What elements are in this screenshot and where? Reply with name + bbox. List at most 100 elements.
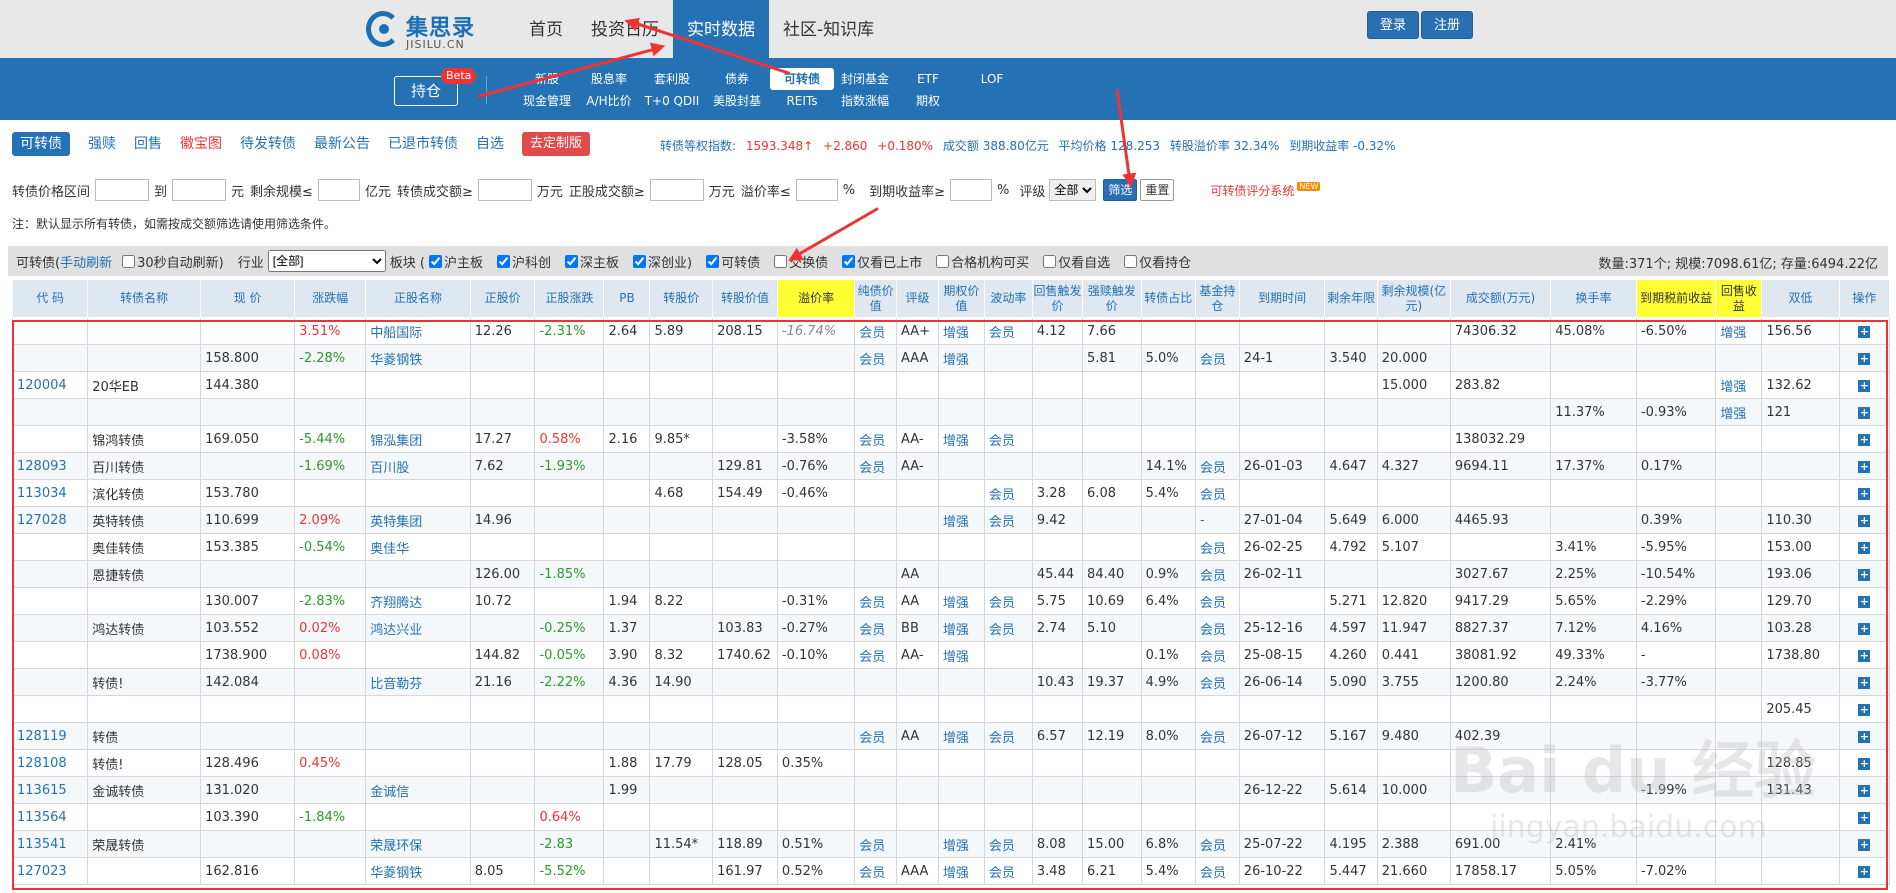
- board-sh-star[interactable]: 沪科创: [496, 252, 551, 271]
- add-icon[interactable]: +: [1858, 811, 1871, 824]
- column-header[interactable]: 转股价: [649, 279, 714, 318]
- add-icon[interactable]: +: [1858, 595, 1871, 608]
- table-cell[interactable]: [854, 398, 898, 426]
- table-cell[interactable]: 中船国际: [365, 317, 471, 345]
- table-cell[interactable]: 113034: [11, 479, 89, 507]
- column-header[interactable]: 强赎触发价: [1082, 279, 1142, 318]
- table-cell[interactable]: 会员: [854, 452, 898, 480]
- table-cell[interactable]: [1715, 722, 1763, 750]
- table-cell[interactable]: [11, 695, 89, 723]
- board-sh-main[interactable]: 沪主板: [428, 252, 483, 271]
- table-cell[interactable]: 金诚信: [365, 776, 471, 804]
- table-cell[interactable]: [983, 803, 1033, 831]
- table-cell[interactable]: [1715, 587, 1763, 615]
- table-cell[interactable]: 增强: [937, 722, 985, 750]
- table-cell[interactable]: 会员: [854, 641, 898, 669]
- tab-putback[interactable]: 回售: [134, 132, 162, 156]
- table-cell[interactable]: 会员: [1194, 587, 1240, 615]
- table-cell[interactable]: 127028: [11, 506, 89, 534]
- table-cell[interactable]: 128093: [11, 452, 89, 480]
- table-cell[interactable]: [1194, 803, 1240, 831]
- table-cell[interactable]: [937, 371, 985, 399]
- table-cell[interactable]: [983, 371, 1033, 399]
- column-header[interactable]: 代 码: [11, 279, 89, 318]
- column-header[interactable]: 剩余规模(亿元): [1376, 279, 1451, 318]
- table-cell[interactable]: 会员: [983, 722, 1033, 750]
- table-cell[interactable]: 锦泓集团: [365, 425, 471, 453]
- table-cell[interactable]: [1715, 803, 1763, 831]
- subnav-item[interactable]: A/H比价: [577, 90, 641, 112]
- add-icon[interactable]: +: [1858, 622, 1871, 635]
- table-cell[interactable]: [1194, 749, 1240, 777]
- board-sz-gem[interactable]: 深创业): [633, 252, 692, 271]
- column-header[interactable]: 转债名称: [87, 279, 202, 318]
- table-cell[interactable]: 会员: [983, 830, 1033, 858]
- table-cell[interactable]: [1715, 479, 1763, 507]
- table-cell[interactable]: [1715, 614, 1763, 642]
- table-cell[interactable]: [1715, 857, 1763, 885]
- table-cell[interactable]: 会员: [854, 344, 898, 372]
- table-cell[interactable]: [11, 641, 89, 669]
- stock-turnover-input[interactable]: [649, 179, 704, 201]
- column-header[interactable]: 溢价率: [776, 279, 856, 318]
- column-header[interactable]: 纯债价值: [854, 279, 898, 318]
- register-button[interactable]: 注册: [1421, 11, 1474, 39]
- table-cell[interactable]: [937, 776, 985, 804]
- price-min-input[interactable]: [95, 179, 150, 201]
- table-cell[interactable]: 会员: [1194, 533, 1240, 561]
- tab-forced-redeem[interactable]: 强赎: [88, 132, 116, 156]
- table-cell[interactable]: 120004: [11, 371, 89, 399]
- table-cell[interactable]: [11, 425, 89, 453]
- table-cell[interactable]: [983, 533, 1033, 561]
- table-cell[interactable]: [1194, 317, 1240, 345]
- table-cell[interactable]: [854, 506, 898, 534]
- table-cell[interactable]: [365, 479, 471, 507]
- qualified-investor[interactable]: 合格机构可买: [936, 252, 1029, 271]
- rating-select[interactable]: 全部: [1049, 179, 1097, 201]
- table-cell[interactable]: 会员: [854, 425, 898, 453]
- add-icon[interactable]: +: [1858, 703, 1871, 716]
- column-header[interactable]: 换手率: [1550, 279, 1637, 318]
- table-cell[interactable]: 会员: [983, 506, 1033, 534]
- column-header[interactable]: 剩余年限: [1324, 279, 1378, 318]
- table-cell[interactable]: [854, 695, 898, 723]
- table-cell[interactable]: [1194, 371, 1240, 399]
- column-header[interactable]: 到期时间: [1238, 279, 1326, 318]
- table-cell[interactable]: 会员: [983, 587, 1033, 615]
- subnav-item[interactable]: ETF: [896, 68, 960, 90]
- tab-badge-chart[interactable]: 徽宝图: [180, 132, 222, 156]
- table-cell[interactable]: 增强: [937, 641, 985, 669]
- table-cell[interactable]: 会员: [1194, 479, 1240, 507]
- table-cell[interactable]: [1715, 506, 1763, 534]
- column-header[interactable]: 转股价值: [712, 279, 778, 318]
- table-cell[interactable]: [937, 452, 985, 480]
- table-cell[interactable]: 会员: [854, 587, 898, 615]
- table-cell[interactable]: [937, 803, 985, 831]
- holdings-only[interactable]: 仅看持仓: [1124, 252, 1191, 271]
- remaining-size-input[interactable]: [317, 179, 360, 201]
- subnav-item[interactable]: REITs: [770, 90, 834, 112]
- table-cell[interactable]: [854, 533, 898, 561]
- table-cell[interactable]: 会员: [854, 830, 898, 858]
- table-cell[interactable]: 增强: [937, 830, 985, 858]
- table-cell[interactable]: 会员: [1194, 668, 1240, 696]
- subnav-item[interactable]: 套利股: [640, 68, 704, 90]
- table-cell[interactable]: 华菱钢铁: [365, 857, 471, 885]
- table-cell[interactable]: [983, 641, 1033, 669]
- table-cell[interactable]: [1715, 452, 1763, 480]
- table-cell[interactable]: [854, 803, 898, 831]
- table-cell[interactable]: 会员: [1194, 560, 1240, 588]
- add-icon[interactable]: +: [1858, 865, 1871, 878]
- column-header[interactable]: 成交额(万元): [1449, 279, 1552, 318]
- table-cell[interactable]: [1715, 830, 1763, 858]
- table-cell[interactable]: 127023: [11, 857, 89, 885]
- table-cell[interactable]: [11, 344, 89, 372]
- column-header[interactable]: 现 价: [200, 279, 296, 318]
- table-cell[interactable]: [937, 398, 985, 426]
- table-cell[interactable]: [854, 776, 898, 804]
- table-cell[interactable]: 会员: [1194, 614, 1240, 642]
- table-cell[interactable]: 齐翔腾达: [365, 587, 471, 615]
- table-cell[interactable]: [1194, 776, 1240, 804]
- table-cell[interactable]: 奥佳华: [365, 533, 471, 561]
- table-cell[interactable]: [854, 479, 898, 507]
